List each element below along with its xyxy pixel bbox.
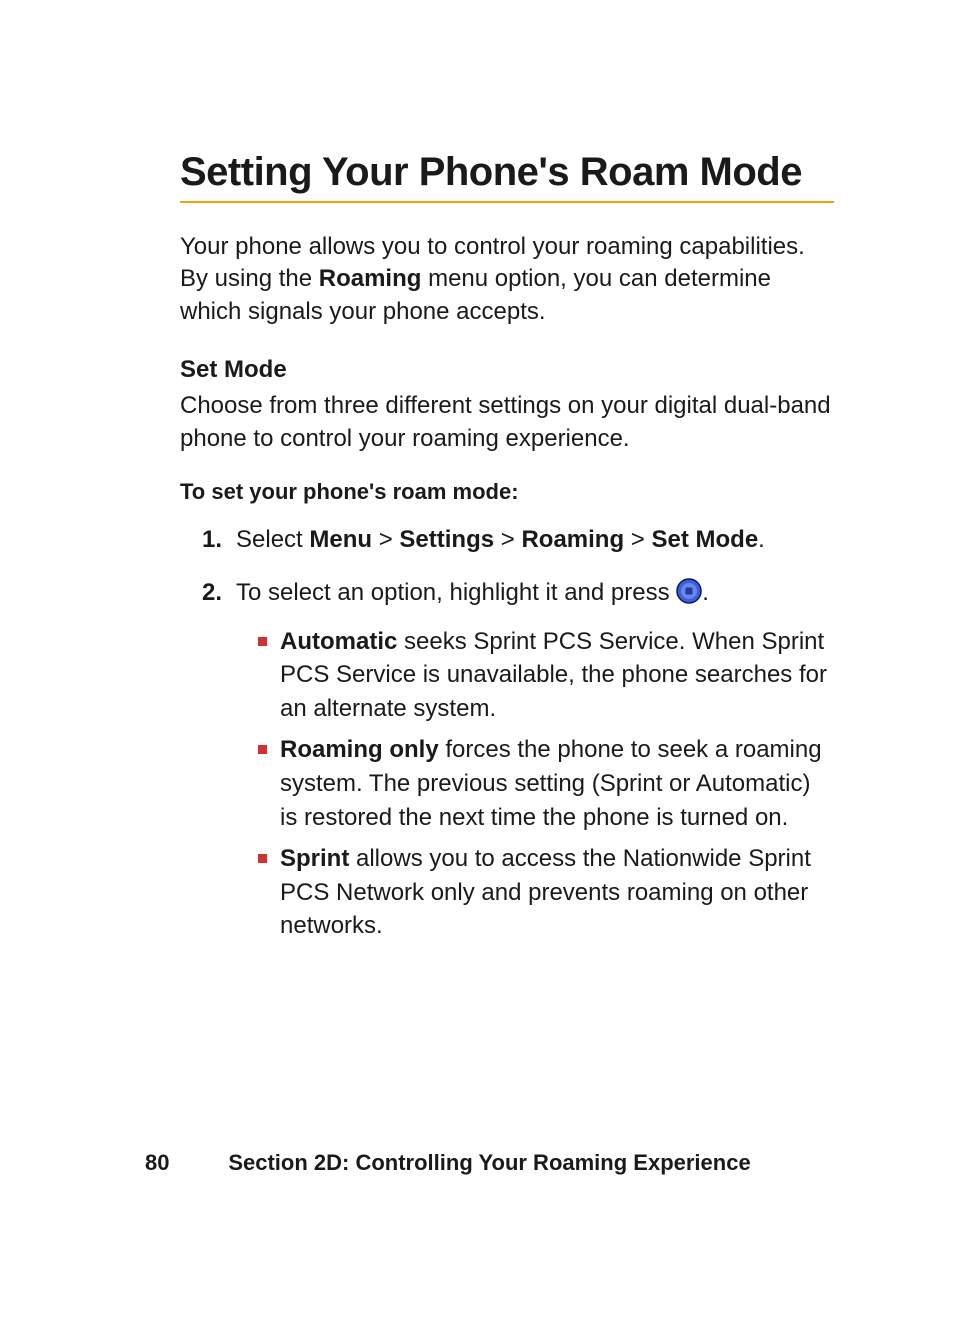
step1-lead: Select: [236, 526, 309, 553]
step-1: 1. Select Menu > Settings > Roaming > Se…: [180, 523, 834, 558]
page-title: Setting Your Phone's Roam Mode: [180, 150, 834, 203]
ok-button-icon: [676, 578, 702, 615]
page-number: 80: [145, 1150, 205, 1176]
step-number: 2.: [180, 576, 236, 611]
steps-list: 1. Select Menu > Settings > Roaming > Se…: [180, 523, 834, 943]
step1-sep2: >: [494, 526, 521, 553]
set-mode-heading: Set Mode: [180, 356, 834, 384]
step-2-body: To select an option, highlight it and pr…: [236, 576, 834, 943]
step1-roaming: Roaming: [521, 526, 624, 553]
step-1-body: Select Menu > Settings > Roaming > Set M…: [236, 523, 834, 558]
option-sprint-label: Sprint: [280, 845, 349, 872]
step1-end: .: [758, 526, 765, 553]
section-label: Section 2D: Controlling Your Roaming Exp…: [205, 1150, 774, 1176]
intro-paragraph: Your phone allows you to control your ro…: [180, 231, 834, 328]
options-list: Automatic seeks Sprint PCS Service. When…: [236, 625, 834, 943]
option-roaming-only-label: Roaming only: [280, 736, 439, 763]
step2-before-icon: To select an option, highlight it and pr…: [236, 579, 676, 606]
step1-sep3: >: [624, 526, 651, 553]
option-sprint: Sprint allows you to access the Nationwi…: [280, 842, 834, 943]
step-2: 2. To select an option, highlight it and…: [180, 576, 834, 943]
set-mode-paragraph: Choose from three different settings on …: [180, 390, 834, 455]
intro-bold: Roaming: [319, 265, 422, 292]
option-automatic-label: Automatic: [280, 628, 397, 655]
step-number: 1.: [180, 523, 236, 558]
step1-sep1: >: [372, 526, 399, 553]
option-automatic: Automatic seeks Sprint PCS Service. When…: [280, 625, 834, 726]
page-footer: 80 Section 2D: Controlling Your Roaming …: [0, 1150, 954, 1176]
option-roaming-only: Roaming only forces the phone to seek a …: [280, 733, 834, 834]
manual-page: Setting Your Phone's Roam Mode Your phon…: [0, 0, 954, 1336]
step1-setmode: Set Mode: [651, 526, 758, 553]
option-sprint-text: allows you to access the Nationwide Spri…: [280, 845, 811, 939]
steps-subhead: To set your phone's roam mode:: [180, 479, 834, 505]
step1-settings: Settings: [399, 526, 494, 553]
step1-menu: Menu: [309, 526, 372, 553]
step2-after-icon: .: [702, 579, 709, 606]
